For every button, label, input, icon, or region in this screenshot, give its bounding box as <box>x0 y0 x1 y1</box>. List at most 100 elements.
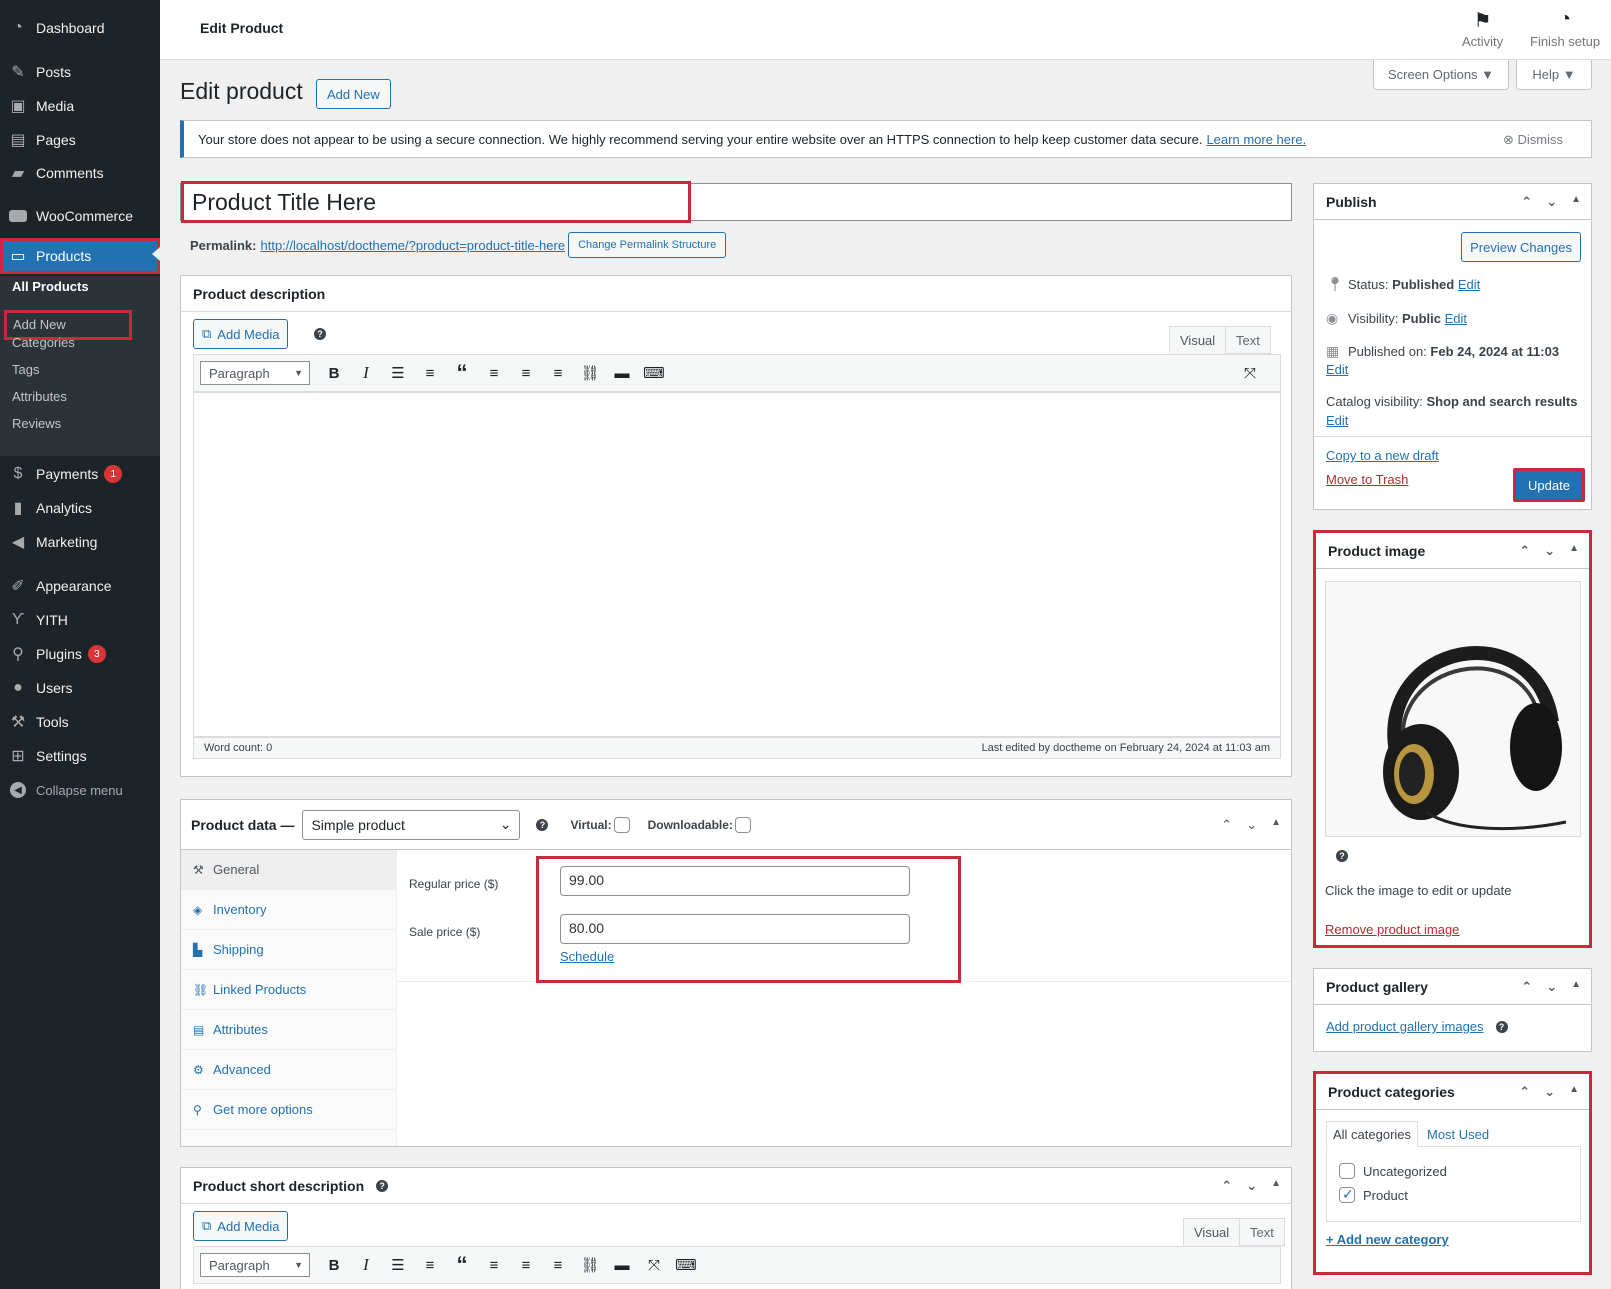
menu-analytics[interactable]: ▮ Analytics <box>0 492 160 524</box>
align-right-icon[interactable]: ≡ <box>542 1251 574 1279</box>
downloadable-checkbox[interactable] <box>734 816 751 833</box>
add-new-button[interactable]: Add New <box>316 79 391 109</box>
menu-users[interactable]: ● Users <box>0 672 160 704</box>
bold-icon[interactable]: B <box>318 359 350 387</box>
menu-tools[interactable]: ⚒ Tools <box>0 706 160 738</box>
tab-visual[interactable]: Visual <box>1169 326 1227 354</box>
submenu-categories[interactable]: Categories <box>12 335 75 350</box>
menu-media[interactable]: ▣ Media <box>0 90 160 122</box>
menu-yith[interactable]: ϒ YITH <box>0 604 160 636</box>
category-checkbox[interactable] <box>1339 1186 1355 1203</box>
tab-general[interactable]: ⚒ General <box>181 850 396 890</box>
toggle-panel-icon[interactable]: ▲ <box>1271 1178 1281 1194</box>
submenu-tags[interactable]: Tags <box>12 362 39 377</box>
toggle-panel-icon[interactable]: ▲ <box>1271 817 1281 833</box>
tab-linked-products[interactable]: ⛓ Linked Products <box>181 970 396 1010</box>
move-down-icon[interactable]: ⌄ <box>1546 979 1557 995</box>
short-tab-text[interactable]: Text <box>1239 1218 1285 1246</box>
align-center-icon[interactable]: ≡ <box>510 1251 542 1279</box>
toolbar-toggle-icon[interactable]: ⌨ <box>670 1251 702 1279</box>
description-editor[interactable] <box>193 392 1281 737</box>
bullet-list-icon[interactable]: ☰ <box>382 359 414 387</box>
toolbar-toggle-icon[interactable]: ⌨ <box>638 359 670 387</box>
tab-get-more-options[interactable]: ⚲ Get more options <box>181 1090 396 1130</box>
finish-setup-button[interactable]: ◔ Finish setup <box>1530 8 1600 49</box>
menu-plugins[interactable]: ⚲ Plugins 3 <box>0 638 160 670</box>
permalink-url[interactable]: http://localhost/doctheme/?product=produ… <box>260 238 565 253</box>
help-button[interactable]: Help ▼ <box>1516 60 1592 90</box>
bullet-list-icon[interactable]: ☰ <box>382 1251 414 1279</box>
change-permalink-button[interactable]: Change Permalink Structure <box>568 232 727 258</box>
menu-products[interactable]: ▭ Products <box>0 238 160 274</box>
virtual-checkbox[interactable] <box>613 816 630 833</box>
move-to-trash-link[interactable]: Move to Trash <box>1326 472 1408 487</box>
numbered-list-icon[interactable]: ≡ <box>414 359 446 387</box>
blockquote-icon[interactable]: “ <box>446 359 478 387</box>
bold-icon[interactable]: B <box>318 1251 350 1279</box>
help-icon[interactable]: ? <box>1495 1020 1508 1033</box>
product-type-select[interactable]: Simple product ⌄ <box>302 809 521 840</box>
align-center-icon[interactable]: ≡ <box>510 359 542 387</box>
help-icon[interactable]: ? <box>536 818 549 831</box>
toggle-panel-icon[interactable]: ▲ <box>1571 194 1581 210</box>
menu-appearance[interactable]: ✐ Appearance <box>0 570 160 602</box>
read-more-icon[interactable]: ▬ <box>606 1251 638 1279</box>
toggle-panel-icon[interactable]: ▲ <box>1569 1084 1579 1100</box>
category-item[interactable]: Uncategorized <box>1339 1163 1447 1179</box>
activity-button[interactable]: ⚑ Activity <box>1462 8 1503 49</box>
link-icon[interactable]: ⛓ <box>574 359 606 387</box>
edit-date-link[interactable]: Edit <box>1326 362 1348 377</box>
add-new-category-link[interactable]: + Add new category <box>1326 1232 1449 1247</box>
align-left-icon[interactable]: ≡ <box>478 1251 510 1279</box>
short-tab-visual[interactable]: Visual <box>1183 1218 1241 1246</box>
tab-all-categories[interactable]: All categories <box>1326 1121 1419 1147</box>
move-down-icon[interactable]: ⌄ <box>1546 194 1557 210</box>
product-image-thumbnail[interactable] <box>1325 581 1581 837</box>
product-title-input[interactable]: Product Title Here <box>181 181 691 223</box>
preview-changes-button[interactable]: Preview Changes <box>1461 232 1581 262</box>
add-media-button[interactable]: ⧉ Add Media <box>193 319 289 349</box>
tab-advanced[interactable]: ⚙ Advanced <box>181 1050 396 1090</box>
move-down-icon[interactable]: ⌄ <box>1544 1084 1555 1100</box>
menu-dashboard[interactable]: ◔ Dashboard <box>0 12 160 44</box>
copy-draft-link[interactable]: Copy to a new draft <box>1326 448 1439 463</box>
submenu-attributes[interactable]: Attributes <box>12 389 67 404</box>
submenu-reviews[interactable]: Reviews <box>12 416 61 431</box>
read-more-icon[interactable]: ▬ <box>606 359 638 387</box>
numbered-list-icon[interactable]: ≡ <box>414 1251 446 1279</box>
tab-attributes[interactable]: ▤ Attributes <box>181 1010 396 1050</box>
short-add-media-button[interactable]: ⧉ Add Media <box>193 1211 289 1241</box>
blockquote-icon[interactable]: “ <box>446 1251 478 1279</box>
category-item[interactable]: Product <box>1339 1186 1408 1203</box>
menu-woocommerce[interactable]: WooCommerce <box>0 200 160 232</box>
help-icon[interactable]: ? <box>314 328 326 340</box>
move-up-icon[interactable]: ⌃ <box>1519 543 1530 559</box>
remove-product-image-link[interactable]: Remove product image <box>1325 922 1459 937</box>
add-gallery-images-link[interactable]: Add product gallery images <box>1326 1019 1484 1034</box>
update-button[interactable]: Update <box>1513 468 1585 502</box>
align-left-icon[interactable]: ≡ <box>478 359 510 387</box>
move-down-icon[interactable]: ⌄ <box>1544 543 1555 559</box>
help-icon[interactable]: ? <box>376 1179 389 1192</box>
menu-posts[interactable]: ✎ Posts <box>0 56 160 88</box>
move-up-icon[interactable]: ⌃ <box>1521 194 1532 210</box>
move-up-icon[interactable]: ⌃ <box>1519 1084 1530 1100</box>
italic-icon[interactable]: I <box>350 1251 382 1279</box>
fullscreen-icon[interactable]: ⤧ <box>638 1251 670 1279</box>
edit-visibility-link[interactable]: Edit <box>1445 311 1467 326</box>
short-format-select[interactable]: Paragraph ▼ <box>200 1253 310 1277</box>
tab-inventory[interactable]: ◈ Inventory <box>181 890 396 930</box>
screen-options-button[interactable]: Screen Options ▼ <box>1373 60 1509 90</box>
menu-payments[interactable]: $ Payments 1 <box>0 458 160 490</box>
move-down-icon[interactable]: ⌄ <box>1246 1178 1257 1194</box>
tab-shipping[interactable]: ▙ Shipping <box>181 930 396 970</box>
toggle-panel-icon[interactable]: ▲ <box>1571 979 1581 995</box>
edit-status-link[interactable]: Edit <box>1458 277 1480 292</box>
menu-settings[interactable]: ⊞ Settings <box>0 740 160 772</box>
align-right-icon[interactable]: ≡ <box>542 359 574 387</box>
submenu-all-products[interactable]: All Products <box>12 279 89 294</box>
move-up-icon[interactable]: ⌃ <box>1221 1178 1232 1194</box>
toggle-panel-icon[interactable]: ▲ <box>1569 543 1579 559</box>
move-up-icon[interactable]: ⌃ <box>1221 817 1232 833</box>
link-icon[interactable]: ⛓ <box>574 1251 606 1279</box>
